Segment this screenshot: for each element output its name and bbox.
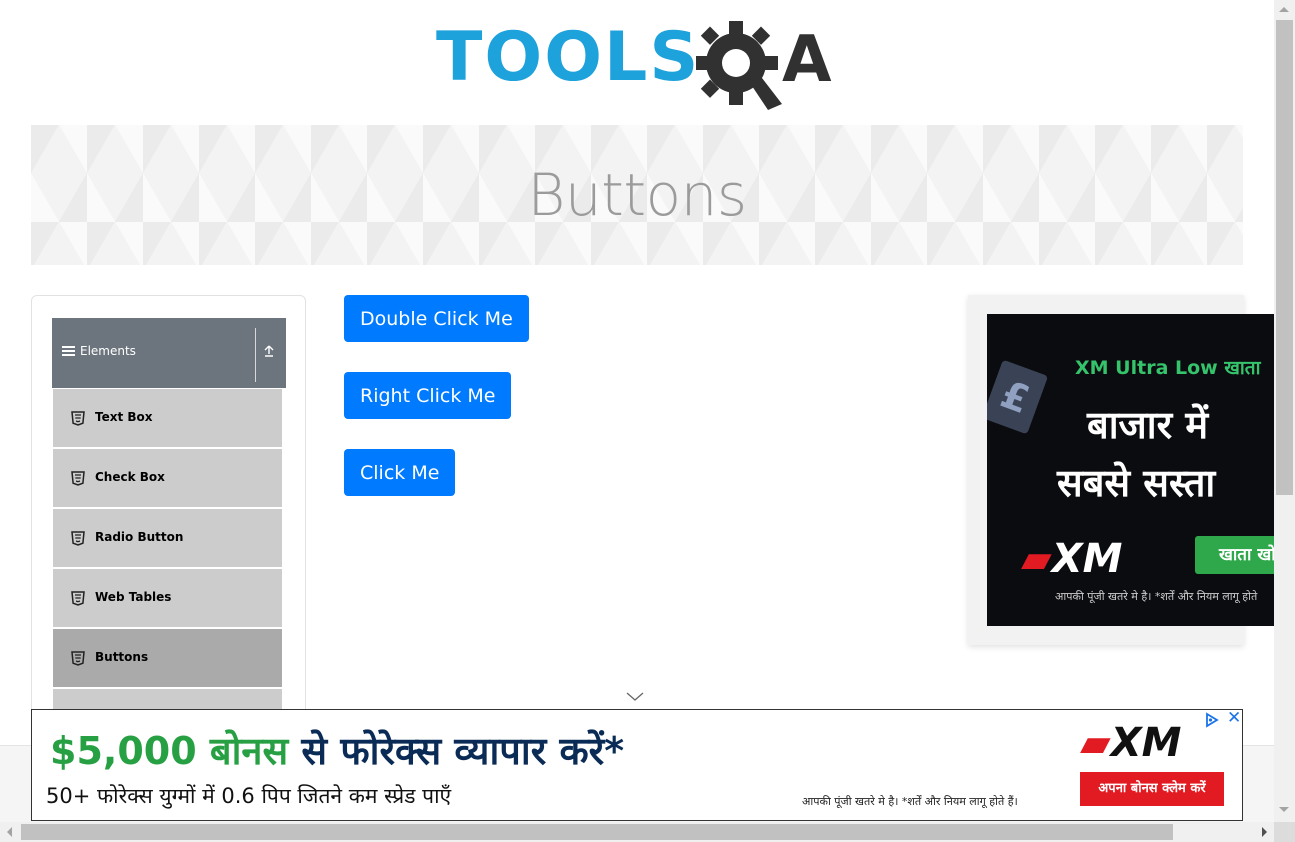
xm-logo: ▰XM <box>1080 720 1181 766</box>
click-me-button[interactable]: Click Me <box>344 449 456 496</box>
scroll-up-icon[interactable] <box>1279 7 1289 12</box>
logo-letter-a: A <box>782 23 832 97</box>
divider <box>255 328 256 382</box>
scrollbar-thumb[interactable] <box>1276 20 1293 495</box>
menu-icon <box>62 346 75 356</box>
coin-icon: £ <box>987 359 1049 435</box>
sidebar-item-buttons[interactable]: Buttons <box>53 629 282 687</box>
ad-headline: $5,000 बोनस से फोरेक्स व्यापार करें* <box>50 724 624 776</box>
gear-icon <box>696 21 782 110</box>
sidebar-item-label: Radio Button <box>95 530 184 544</box>
sidebar: Elements Text Box Check Box Radio Button… <box>31 295 306 755</box>
ad-headline-amount: $5,000 बोनस <box>50 729 289 773</box>
ad-subline: 50+ फोरेक्स युग्मों में 0.6 पिप जितने कम… <box>46 784 452 808</box>
ad-cta-button[interactable]: खाता खो <box>1195 536 1274 574</box>
ad-line3: सबसे सस्ता <box>1057 461 1216 505</box>
close-icon[interactable]: ✕ <box>1227 710 1242 727</box>
ad-banner-bottom[interactable]: $5,000 बोनस से फोरेक्स व्यापार करें* 50+… <box>31 709 1243 821</box>
sidebar-item-label: Text Box <box>95 410 153 424</box>
sidebar-item-check-box[interactable]: Check Box <box>53 449 282 507</box>
html5-icon <box>71 531 85 546</box>
html5-icon <box>71 471 85 486</box>
ad-line1: XM Ultra Low खाता <box>1075 357 1261 379</box>
ad-headline-rest: से फोरेक्स व्यापार करें* <box>288 729 625 773</box>
logo-text: TOOLS <box>436 18 701 97</box>
page-banner: Buttons <box>31 125 1243 265</box>
double-click-button[interactable]: Double Click Me <box>344 295 529 342</box>
xm-logo: ▰XM <box>1021 536 1122 582</box>
toolsqa-logo[interactable]: TOOLS A <box>436 18 842 114</box>
xm-bull-icon: ▰ <box>1021 536 1052 582</box>
scroll-left-icon[interactable] <box>7 827 12 837</box>
collapse-icon[interactable] <box>262 343 276 359</box>
sidebar-item-radio-button[interactable]: Radio Button <box>53 509 282 567</box>
sidebar-item-label: Check Box <box>95 470 165 484</box>
ad-disclaimer: आपकी पूंजी खतरे मे है। *शर्तें और नियम ल… <box>1055 590 1258 603</box>
vertical-scrollbar[interactable] <box>1274 0 1295 822</box>
ad-banner-right[interactable]: £ XM Ultra Low खाता बाजार में सबसे सस्ता… <box>987 314 1274 626</box>
right-click-button[interactable]: Right Click Me <box>344 372 512 419</box>
scroll-down-icon[interactable] <box>1279 807 1289 812</box>
html5-icon <box>71 411 85 426</box>
horizontal-scrollbar[interactable] <box>0 822 1274 842</box>
scrollbar-thumb[interactable] <box>21 824 1173 840</box>
ad-disclaimer: आपकी पूंजी खतरे मे है। *शर्तें और नियम ल… <box>802 795 1018 808</box>
scroll-right-icon[interactable] <box>1262 827 1267 837</box>
adchoices-icon[interactable] <box>1204 712 1220 728</box>
xm-bull-icon: ▰ <box>1080 720 1111 766</box>
sidebar-item-web-tables[interactable]: Web Tables <box>53 569 282 627</box>
sidebar-group-elements[interactable]: Elements <box>52 318 286 388</box>
xm-logo-text: XM <box>1110 720 1182 766</box>
sidebar-item-text-box[interactable]: Text Box <box>53 389 282 447</box>
scrollbar-corner <box>1274 822 1295 842</box>
html5-icon <box>71 651 85 666</box>
sidebar-item-label: Buttons <box>95 650 149 664</box>
chevron-down-icon[interactable] <box>626 692 644 702</box>
html5-icon <box>71 591 85 606</box>
page-title: Buttons <box>527 161 747 229</box>
ad-cta-button[interactable]: अपना बोनस क्लेम करें <box>1080 772 1224 806</box>
ad-line2: बाजार में <box>1087 403 1209 447</box>
xm-logo-text: XM <box>1051 536 1123 582</box>
sidebar-group-title: Elements <box>80 344 136 358</box>
sidebar-item-label: Web Tables <box>95 590 172 604</box>
